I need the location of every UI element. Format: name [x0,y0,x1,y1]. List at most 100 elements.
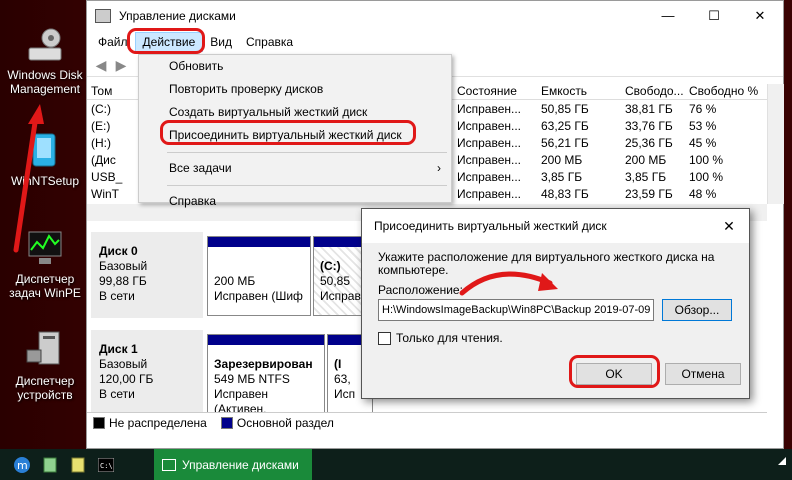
cell-capacity: 50,85 ГБ [541,101,589,116]
unallocated-swatch [93,416,105,429]
attach-vhd-dialog: Присоединить виртуальный жесткий диск ✕ … [361,208,750,399]
highlight-action-menu [127,28,205,54]
cancel-button[interactable]: Отмена [665,363,741,385]
col-capacity[interactable]: Емкость [537,84,621,99]
primary-partition-swatch [220,416,233,429]
command-prompt-icon[interactable]: C:\ [92,449,120,480]
disk-name: Диск 1 [99,342,138,356]
menu-view[interactable]: Вид [203,33,239,51]
readonly-checkbox[interactable] [378,331,391,345]
partition-size: 549 МБ NTFS [214,372,290,386]
close-button[interactable]: ✕ [737,1,783,31]
notepad-icon[interactable] [36,449,64,480]
cell-free-pct: 48 % [689,186,717,201]
forward-arrow-icon[interactable]: ▶ [111,56,131,74]
disk-status: В сети [99,387,135,401]
menu-separator [167,180,447,186]
cell-state: Исправен... [457,169,522,184]
dialog-title-bar: Присоединить виртуальный жесткий диск ✕ [362,209,749,243]
partition-label: (C:) [320,259,341,273]
back-arrow-icon[interactable]: ◀ [91,56,111,74]
disk-name: Диск 0 [99,244,138,258]
cell-free: 25,36 ГБ [625,135,673,150]
desktop-icon-device-manager[interactable]: Диспетчер устройств [2,330,88,402]
cell-volume: (C:) [91,101,111,116]
window-title: Управление дисками [119,9,236,23]
taskbar-app-disk-management[interactable]: Управление дисками [154,449,312,480]
browse-button[interactable]: Обзор... [662,299,732,321]
notes-icon[interactable] [64,449,92,480]
device-manager-icon [25,330,65,370]
cell-volume: (H:) [91,135,111,150]
menu-separator [167,147,447,153]
desktop-icon-label: Windows Disk Management [7,68,83,96]
desktop-icon-label: Диспетчер устройств [15,374,75,402]
menu-item-label: Все задачи [169,161,232,175]
cell-capacity: 48,83 ГБ [541,186,589,201]
cell-capacity: 63,25 ГБ [541,118,589,133]
disk-status: В сети [99,289,135,303]
partition-size: 63, [334,372,351,386]
highlight-ok-button [569,355,660,388]
disk-0-label: Диск 0 Базовый 99,88 ГБ В сети [91,232,203,318]
desktop-icon-disk-management[interactable]: Windows Disk Management [2,24,88,96]
legend-bar: Не распределена Основной раздел [87,412,767,432]
minimize-button[interactable]: — [645,1,691,31]
cell-free: 33,76 ГБ [625,118,673,133]
start-menu-icon[interactable]: m [8,449,36,480]
col-volume[interactable]: Том [87,84,137,99]
cell-free-pct: 53 % [689,118,717,133]
menu-item-rescan[interactable]: Повторить проверку дисков [139,78,451,101]
disk-size: 120,00 ГБ [99,372,154,386]
cell-volume: WinT [91,186,119,201]
dialog-close-icon[interactable]: ✕ [709,218,749,235]
cell-capacity: 200 МБ [541,152,583,167]
disk-type: Базовый [99,357,148,371]
cell-state: Исправен... [457,135,522,150]
menu-help[interactable]: Справка [239,33,300,51]
svg-text:m: m [17,459,28,472]
partition-status: Исправен (Шиф [214,289,303,303]
cell-free-pct: 100 % [689,169,724,184]
cell-volume: (Дис [91,152,116,167]
taskbar: m C:\ Управление дисками [0,449,792,480]
taskbar-app-label: Управление дисками [182,457,299,472]
partition-status: Исправ [320,289,361,303]
desktop-icon-label: Диспетчер задач WinPE [9,272,81,300]
partition-size: 200 МБ [214,274,256,288]
tray-corner-icon [778,457,786,465]
menu-item-all-tasks[interactable]: Все задачи › [139,157,451,180]
cell-free: 200 МБ [625,152,667,167]
menu-item-refresh[interactable]: Обновить [139,55,451,78]
disk-management-icon [25,24,65,64]
red-arrow-annotation [459,271,558,296]
partition-reserved[interactable]: Зарезервирован 549 МБ NTFS Исправен (Актив… [207,334,325,416]
readonly-label: Только для чтения. [396,331,503,345]
title-bar: Управление дисками — ☐ ✕ [87,1,783,31]
col-free-pct[interactable]: Свободно % [685,84,767,99]
cell-capacity: 3,85 ГБ [541,169,583,184]
col-state[interactable]: Состояние [453,84,537,99]
disk-management-icon [162,458,176,471]
cell-free-pct: 45 % [689,135,717,150]
partition-efi[interactable]: 200 МБ Исправен (Шиф [207,236,311,316]
app-icon [95,9,111,23]
volume-vertical-scrollbar[interactable] [767,84,784,204]
cell-state: Исправен... [457,152,522,167]
cell-free: 38,81 ГБ [625,101,673,116]
cell-volume: USB_ [91,169,123,184]
partition-size: 50,85 [320,274,351,288]
maximize-button[interactable]: ☐ [691,1,737,31]
cell-free: 3,85 ГБ [625,169,667,184]
location-input[interactable]: H:\WindowsImageBackup\Win8PC\Backup 2019… [378,299,654,321]
red-arrow-annotation [13,104,44,253]
cell-free: 23,59 ГБ [625,186,673,201]
cell-capacity: 56,21 ГБ [541,135,589,150]
highlight-attach-vhd [160,120,416,145]
cell-state: Исправен... [457,101,522,116]
partition-label: (I [334,357,342,371]
dialog-title: Присоединить виртуальный жесткий диск [374,219,607,233]
svg-text:C:\: C:\ [100,462,113,470]
cell-state: Исправен... [457,118,522,133]
col-free[interactable]: Свободо... [621,84,685,99]
